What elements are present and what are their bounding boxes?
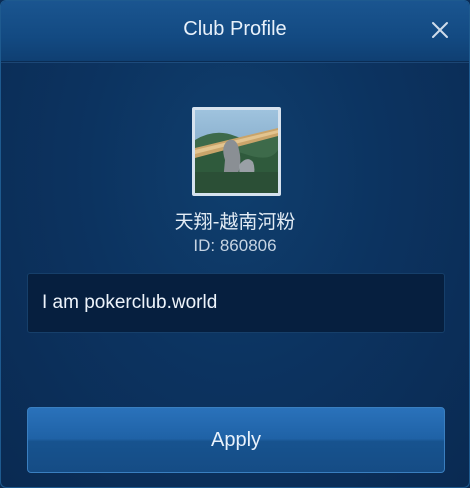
apply-button[interactable]: Apply	[27, 407, 445, 473]
club-id: ID: 860806	[193, 236, 277, 255]
close-button[interactable]	[429, 19, 451, 41]
club-avatar[interactable]	[192, 107, 281, 196]
club-profile-dialog: Club Profile 天翔-越南河粉 ID: 860806 I am pok…	[0, 0, 470, 488]
club-description-field[interactable]: I am pokerclub.world	[27, 273, 445, 333]
dialog-header: Club Profile	[1, 1, 469, 62]
dialog-title: Club Profile	[183, 18, 287, 40]
close-icon	[432, 22, 448, 38]
club-avatar-image	[195, 110, 278, 193]
club-name: 天翔-越南河粉	[174, 211, 296, 233]
